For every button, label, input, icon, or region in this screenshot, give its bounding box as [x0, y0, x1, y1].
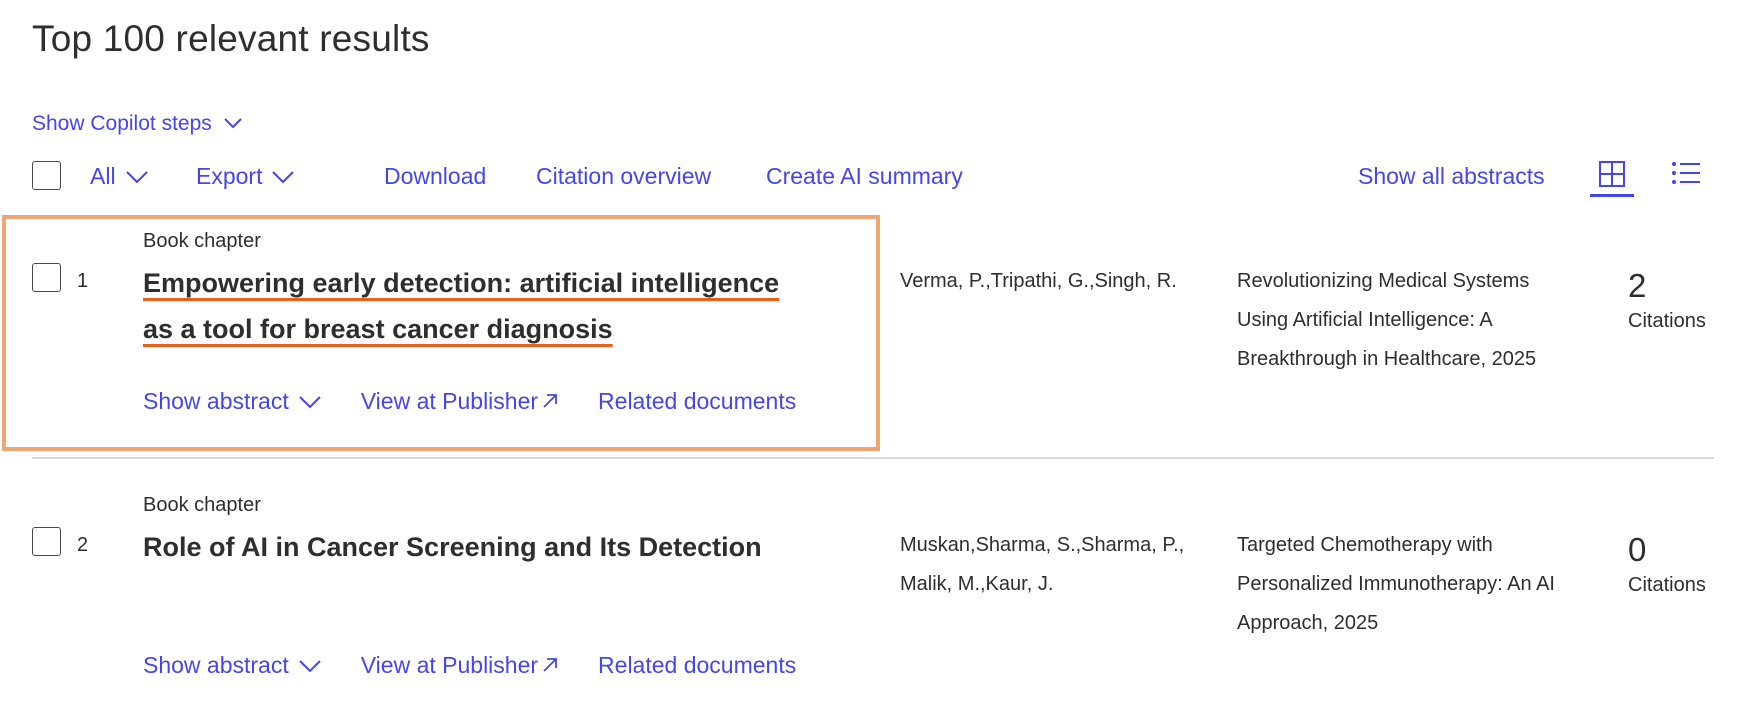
result-title-line1: Role of AI in Cancer Screening and Its D…	[143, 532, 762, 562]
authors-text[interactable]: Muskan,Sharma, S.,Sharma, P.,	[900, 526, 1230, 565]
show-all-abstracts-button[interactable]: Show all abstracts	[1358, 158, 1545, 194]
citation-label: Citations	[1628, 310, 1706, 332]
result-title-line1: Empowering early detection: artificial i…	[143, 268, 780, 298]
citation-number: 2	[1628, 267, 1647, 304]
result-source[interactable]: Revolutionizing Medical Systems Using Ar…	[1237, 262, 1607, 379]
show-abstract-button[interactable]: Show abstract	[143, 388, 321, 415]
citation-label: Citations	[1628, 574, 1706, 596]
related-documents-link[interactable]: Related documents	[598, 652, 796, 679]
citation-count[interactable]: 0 Citations	[1628, 530, 1706, 597]
page-title: Top 100 relevant results	[32, 18, 430, 59]
result-divider	[32, 457, 1714, 459]
citation-overview-label: Citation overview	[536, 162, 712, 189]
copilot-steps-label: Show Copilot steps	[32, 112, 212, 135]
source-line: Revolutionizing Medical Systems	[1237, 270, 1530, 292]
export-dropdown[interactable]: Export	[196, 158, 295, 194]
all-label: All	[90, 162, 116, 189]
citation-count[interactable]: 2 Citations	[1628, 266, 1706, 333]
show-abstracts-label: Show all abstracts	[1358, 162, 1545, 189]
result-authors: Verma, P.,Tripathi, G.,Singh, R.	[900, 262, 1230, 301]
result-title-link[interactable]: Empowering early detection: artificial i…	[143, 260, 863, 352]
citation-number: 0	[1628, 531, 1647, 568]
grid-view-icon[interactable]	[1590, 160, 1634, 197]
document-type: Book chapter	[143, 494, 261, 516]
chevron-down-icon	[224, 117, 242, 131]
download-label: Download	[384, 162, 487, 189]
chevron-down-icon	[299, 652, 321, 679]
chevron-down-icon	[299, 388, 321, 415]
select-all-dropdown[interactable]: All	[90, 158, 148, 194]
select-all-checkbox[interactable]	[32, 161, 61, 190]
list-view-icon[interactable]	[1664, 160, 1708, 194]
source-line: Targeted Chemotherapy with	[1237, 534, 1493, 556]
result-authors: Muskan,Sharma, S.,Sharma, P., Malik, M.,…	[900, 526, 1230, 604]
related-documents-label: Related documents	[598, 388, 797, 414]
view-at-publisher-link[interactable]: View at Publisher	[361, 652, 558, 679]
source-line: Breakthrough in Healthcare, 2025	[1237, 348, 1537, 370]
result-source[interactable]: Targeted Chemotherapy with Personalized …	[1237, 526, 1607, 643]
related-documents-link[interactable]: Related documents	[598, 388, 796, 415]
result-title-line2: as a tool for breast cancer diagnosis	[143, 314, 613, 344]
show-abstract-label: Show abstract	[143, 652, 289, 678]
related-documents-label: Related documents	[598, 652, 797, 678]
result-number: 2	[77, 534, 89, 556]
show-copilot-steps-toggle[interactable]: Show Copilot steps	[32, 112, 242, 136]
ai-summary-label: Create AI summary	[766, 162, 963, 189]
source-line: Personalized Immunotherapy: An AI	[1237, 573, 1555, 595]
result-checkbox[interactable]	[32, 263, 61, 292]
show-abstract-button[interactable]: Show abstract	[143, 652, 321, 679]
chevron-down-icon	[272, 163, 295, 190]
result-actions: Show abstract View at Publisher Related …	[143, 388, 796, 415]
citation-overview-button[interactable]: Citation overview	[536, 158, 711, 194]
source-line: Approach, 2025	[1237, 612, 1379, 634]
create-ai-summary-button[interactable]: Create AI summary	[766, 158, 963, 194]
view-publisher-label: View at Publisher	[360, 652, 539, 678]
authors-text[interactable]: Malik, M.,Kaur, J.	[900, 565, 1230, 604]
export-label: Export	[196, 162, 263, 189]
result-number: 1	[77, 270, 89, 292]
results-toolbar: All Export Download Citation overview Cr…	[0, 158, 1753, 197]
download-button[interactable]: Download	[384, 158, 486, 194]
external-link-icon	[542, 652, 558, 679]
authors-text[interactable]: Verma, P.,Tripathi, G.,Singh, R.	[900, 270, 1177, 292]
result-title-link[interactable]: Role of AI in Cancer Screening and Its D…	[143, 524, 863, 570]
result-actions: Show abstract View at Publisher Related …	[143, 652, 796, 679]
view-at-publisher-link[interactable]: View at Publisher	[361, 388, 558, 415]
show-abstract-label: Show abstract	[143, 388, 289, 414]
document-type: Book chapter	[143, 230, 261, 252]
result-checkbox[interactable]	[32, 527, 61, 556]
chevron-down-icon	[125, 163, 148, 190]
view-publisher-label: View at Publisher	[360, 388, 539, 414]
external-link-icon	[542, 388, 558, 415]
source-line: Using Artificial Intelligence: A	[1237, 309, 1493, 331]
